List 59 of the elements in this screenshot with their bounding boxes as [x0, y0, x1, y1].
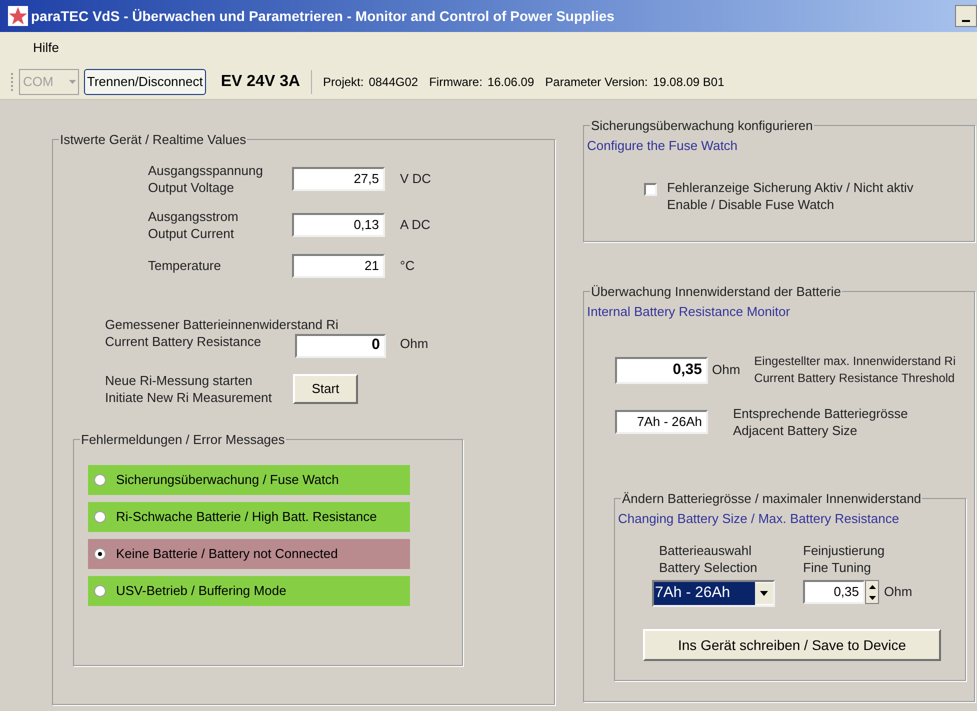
- start-button[interactable]: Start: [293, 374, 358, 404]
- star-icon: [8, 6, 28, 26]
- radio-button[interactable]: [94, 474, 106, 486]
- info-value: 0844G02: [368, 74, 418, 90]
- window-title: paraTEC VdS - Überwachen und Parametrieren - Monitor and Control of Power Supplies: [31, 6, 614, 26]
- fine-tuning-label: Feinjustierung Fine Tuning: [803, 542, 886, 576]
- error-label: Keine Batterie / Battery not Connected: [116, 545, 338, 564]
- info-label: Projekt:: [323, 74, 364, 90]
- group-subtitle: Changing Battery Size / Max. Battery Resistance: [617, 510, 900, 528]
- value-field[interactable]: 0,35: [615, 356, 708, 384]
- value-field[interactable]: 0,35: [803, 580, 865, 604]
- info-value: 16.06.09: [487, 74, 534, 90]
- caret-icon: [69, 80, 76, 84]
- radio-button[interactable]: [94, 511, 106, 523]
- error-label: USV-Betrieb / Buffering Mode: [116, 582, 286, 600]
- device-name: EV 24V 3A: [220, 72, 300, 92]
- grip-icon: [10, 70, 14, 92]
- info-label: Parameter Version:: [545, 74, 648, 90]
- value-field[interactable]: 21: [292, 254, 385, 278]
- unit-label: Ohm: [884, 583, 912, 602]
- error-label: Sicherungsüberwachung / Fuse Watch: [116, 471, 339, 490]
- checkbox-label: Fehleranzeige Sicherung Aktiv / Nicht aktiv Enable / Disable Fuse Watch: [667, 179, 914, 213]
- group-title: Istwerte Gerät / Realtime Values: [59, 131, 248, 149]
- unit-label: A DC: [400, 216, 430, 234]
- value-field[interactable]: 27,5: [292, 166, 385, 190]
- battery-dropdown[interactable]: 7Ah - 26Ah: [652, 580, 775, 607]
- checkbox[interactable]: [644, 183, 657, 196]
- value-label: Temperature: [148, 257, 222, 274]
- group-subtitle: Configure the Fuse Watch: [586, 136, 739, 155]
- group-subtitle: Internal Battery Resistance Monitor: [586, 302, 792, 321]
- battery-size-label: Entsprechende Batteriegrösse Adjacent Battery Size: [733, 405, 908, 439]
- minimize-icon: [962, 20, 970, 22]
- selection-label: Batterieauswahl Battery Selection: [658, 542, 758, 576]
- value-label: Ausgangsspannung Output Voltage: [148, 162, 264, 196]
- info-value: 19.08.09 B01: [652, 74, 724, 90]
- error-label: Ri-Schwache Batterie / High Batt. Resistance: [116, 508, 377, 526]
- spinner-icon[interactable]: [865, 580, 879, 604]
- measurement-label: Neue Ri-Messung starten Initiate New Ri Measurement: [105, 372, 273, 406]
- value-field[interactable]: 0: [295, 334, 386, 358]
- caret-icon: [755, 583, 773, 604]
- group-title: Ändern Batteriegrösse / maximaler Innenwiderstand: [621, 490, 922, 508]
- group-title: Überwachung Innenwiderstand der Batterie: [590, 283, 842, 301]
- unit-label: Ohm: [712, 361, 740, 380]
- disconnect-button[interactable]: Trennen/Disconnect: [84, 68, 206, 94]
- minimize-button[interactable]: [955, 5, 977, 27]
- value-label: Ausgangsstrom Output Current: [148, 208, 240, 242]
- unit-label: V DC: [400, 170, 432, 188]
- unit-label: °C: [400, 256, 415, 275]
- group-title: Fehlermeldungen / Error Messages: [80, 430, 286, 449]
- value-field[interactable]: 7Ah - 26Ah: [615, 410, 708, 434]
- group-title: Sicherungsüberwachung konfigurieren: [590, 117, 814, 135]
- radio-button[interactable]: [94, 585, 106, 597]
- info-label: Firmware:: [429, 74, 482, 90]
- radio-button[interactable]: [94, 548, 106, 560]
- menu-item[interactable]: Hilfe: [33, 38, 60, 58]
- value-field[interactable]: 0,13: [292, 212, 385, 236]
- threshold-label: Eingestellter max. Innenwiderstand Ri Current Battery Resistance Threshold: [754, 353, 956, 387]
- unit-label: Ohm: [400, 335, 428, 353]
- save-button[interactable]: Ins Gerät schreiben / Save to Device: [643, 629, 941, 661]
